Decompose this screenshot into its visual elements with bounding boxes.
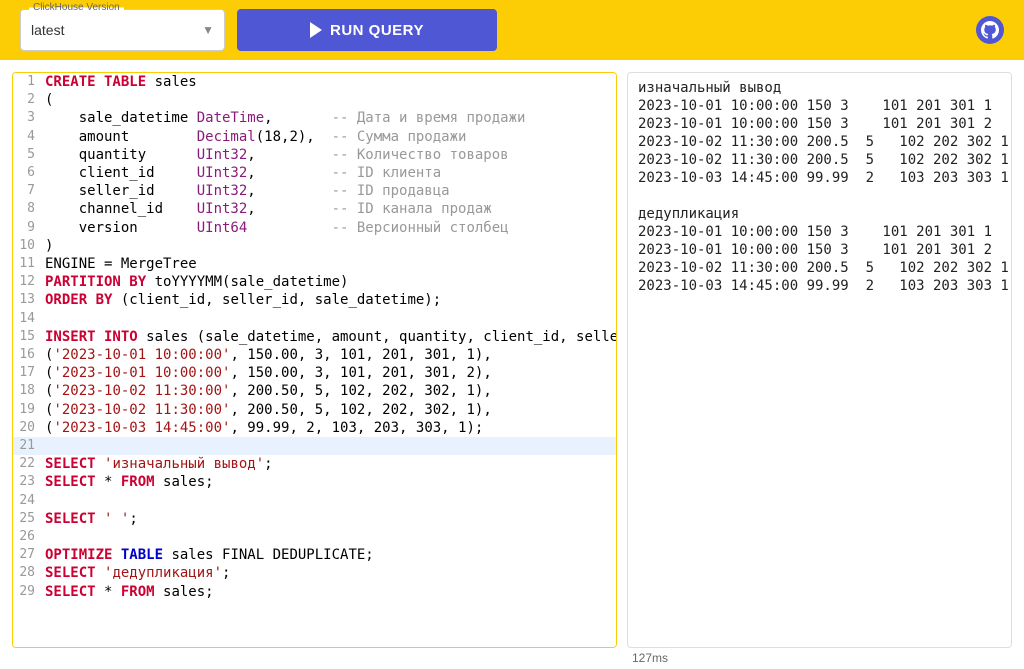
header-toolbar: ClickHouse Version latest ▼ RUN QUERY [0,0,1024,60]
line-number: 11 [13,255,41,273]
line-code[interactable]: sale_datetime DateTime, -- Дата и время … [41,109,525,127]
line-number: 21 [13,437,41,455]
line-code[interactable]: ORDER BY (client_id, seller_id, sale_dat… [41,291,441,309]
line-code[interactable]: CREATE TABLE sales [41,73,197,91]
editor-line[interactable]: 22SELECT 'изначальный вывод'; [13,455,616,473]
line-code[interactable]: ('2023-10-02 11:30:00', 200.50, 5, 102, … [41,401,492,419]
line-number: 3 [13,109,41,127]
line-number: 22 [13,455,41,473]
editor-line[interactable]: 5 quantity UInt32, -- Количество товаров [13,146,616,164]
editor-line[interactable]: 20('2023-10-03 14:45:00', 99.99, 2, 103,… [13,419,616,437]
editor-line[interactable]: 23SELECT * FROM sales; [13,473,616,491]
line-number: 29 [13,583,41,601]
line-number: 1 [13,73,41,91]
editor-line[interactable]: 19('2023-10-02 11:30:00', 200.50, 5, 102… [13,401,616,419]
line-code[interactable]: PARTITION BY toYYYYMM(sale_datetime) [41,273,348,291]
run-button-label: RUN QUERY [330,22,424,39]
line-code[interactable]: version UInt64 -- Версионный столбец [41,219,509,237]
line-number: 4 [13,128,41,146]
editor-line[interactable]: 8 channel_id UInt32, -- ID канала продаж [13,200,616,218]
editor-line[interactable]: 21 [13,437,616,455]
editor-line[interactable]: 25SELECT ' '; [13,510,616,528]
editor-line[interactable]: 18('2023-10-02 11:30:00', 200.50, 5, 102… [13,382,616,400]
editor-line[interactable]: 4 amount Decimal(18,2), -- Сумма продажи [13,128,616,146]
editor-line[interactable]: 17('2023-10-01 10:00:00', 150.00, 3, 101… [13,364,616,382]
editor-line[interactable]: 11ENGINE = MergeTree [13,255,616,273]
results-panel: изначальный вывод 2023-10-01 10:00:00 15… [627,72,1012,648]
editor-line[interactable]: 26 [13,528,616,546]
line-code[interactable] [41,492,53,510]
editor-line[interactable]: 14 [13,310,616,328]
line-number: 9 [13,219,41,237]
line-code[interactable]: ) [41,237,53,255]
line-number: 27 [13,546,41,564]
line-number: 18 [13,382,41,400]
line-number: 25 [13,510,41,528]
run-query-button[interactable]: RUN QUERY [237,9,497,51]
line-number: 23 [13,473,41,491]
editor-line[interactable]: 2( [13,91,616,109]
version-select[interactable]: ClickHouse Version latest ▼ [20,9,225,51]
line-number: 24 [13,492,41,510]
line-code[interactable]: SELECT 'изначальный вывод'; [41,455,273,473]
line-number: 5 [13,146,41,164]
line-code[interactable]: channel_id UInt32, -- ID канала продаж [41,200,492,218]
editor-line[interactable]: 29SELECT * FROM sales; [13,583,616,601]
version-label-caption: ClickHouse Version [29,2,124,13]
editor-line[interactable]: 6 client_id UInt32, -- ID клиента [13,164,616,182]
line-code[interactable]: seller_id UInt32, -- ID продавца [41,182,450,200]
line-code[interactable]: SELECT * FROM sales; [41,583,214,601]
line-code[interactable]: ( [41,91,53,109]
line-code[interactable]: quantity UInt32, -- Количество товаров [41,146,509,164]
editor-line[interactable]: 24 [13,492,616,510]
line-number: 15 [13,328,41,346]
line-code[interactable]: OPTIMIZE TABLE sales FINAL DEDUPLICATE; [41,546,374,564]
line-code[interactable]: amount Decimal(18,2), -- Сумма продажи [41,128,466,146]
github-icon[interactable] [976,16,1004,44]
line-code[interactable]: SELECT 'дедупликация'; [41,564,230,582]
line-code[interactable]: ENGINE = MergeTree [41,255,197,273]
line-number: 13 [13,291,41,309]
line-number: 17 [13,364,41,382]
line-code[interactable]: SELECT * FROM sales; [41,473,214,491]
version-value: latest [31,22,64,38]
line-number: 16 [13,346,41,364]
line-code[interactable]: INSERT INTO sales (sale_datetime, amount… [41,328,617,346]
editor-line[interactable]: 16('2023-10-01 10:00:00', 150.00, 3, 101… [13,346,616,364]
editor-line[interactable]: 13ORDER BY (client_id, seller_id, sale_d… [13,291,616,309]
line-code[interactable]: ('2023-10-03 14:45:00', 99.99, 2, 103, 2… [41,419,483,437]
line-number: 12 [13,273,41,291]
line-number: 7 [13,182,41,200]
line-code[interactable]: ('2023-10-01 10:00:00', 150.00, 3, 101, … [41,364,492,382]
line-number: 28 [13,564,41,582]
line-number: 20 [13,419,41,437]
editor-line[interactable]: 27OPTIMIZE TABLE sales FINAL DEDUPLICATE… [13,546,616,564]
editor-line[interactable]: 3 sale_datetime DateTime, -- Дата и врем… [13,109,616,127]
line-code[interactable] [41,437,53,455]
play-icon [310,22,322,38]
line-number: 2 [13,91,41,109]
editor-line[interactable]: 28SELECT 'дедупликация'; [13,564,616,582]
editor-line[interactable]: 10) [13,237,616,255]
line-number: 6 [13,164,41,182]
query-timing: 127ms [632,651,668,665]
line-code[interactable]: SELECT ' '; [41,510,138,528]
line-code[interactable]: ('2023-10-02 11:30:00', 200.50, 5, 102, … [41,382,492,400]
line-number: 10 [13,237,41,255]
line-number: 14 [13,310,41,328]
editor-line[interactable]: 7 seller_id UInt32, -- ID продавца [13,182,616,200]
chevron-down-icon: ▼ [202,23,214,37]
line-number: 19 [13,401,41,419]
line-code[interactable] [41,310,53,328]
line-code[interactable]: client_id UInt32, -- ID клиента [41,164,441,182]
editor-line[interactable]: 12PARTITION BY toYYYYMM(sale_datetime) [13,273,616,291]
line-code[interactable]: ('2023-10-01 10:00:00', 150.00, 3, 101, … [41,346,492,364]
editor-line[interactable]: 15INSERT INTO sales (sale_datetime, amou… [13,328,616,346]
editor-line[interactable]: 1CREATE TABLE sales [13,73,616,91]
editor-line[interactable]: 9 version UInt64 -- Версионный столбец [13,219,616,237]
line-number: 8 [13,200,41,218]
sql-editor[interactable]: 1CREATE TABLE sales2(3 sale_datetime Dat… [12,72,617,648]
line-code[interactable] [41,528,53,546]
line-number: 26 [13,528,41,546]
